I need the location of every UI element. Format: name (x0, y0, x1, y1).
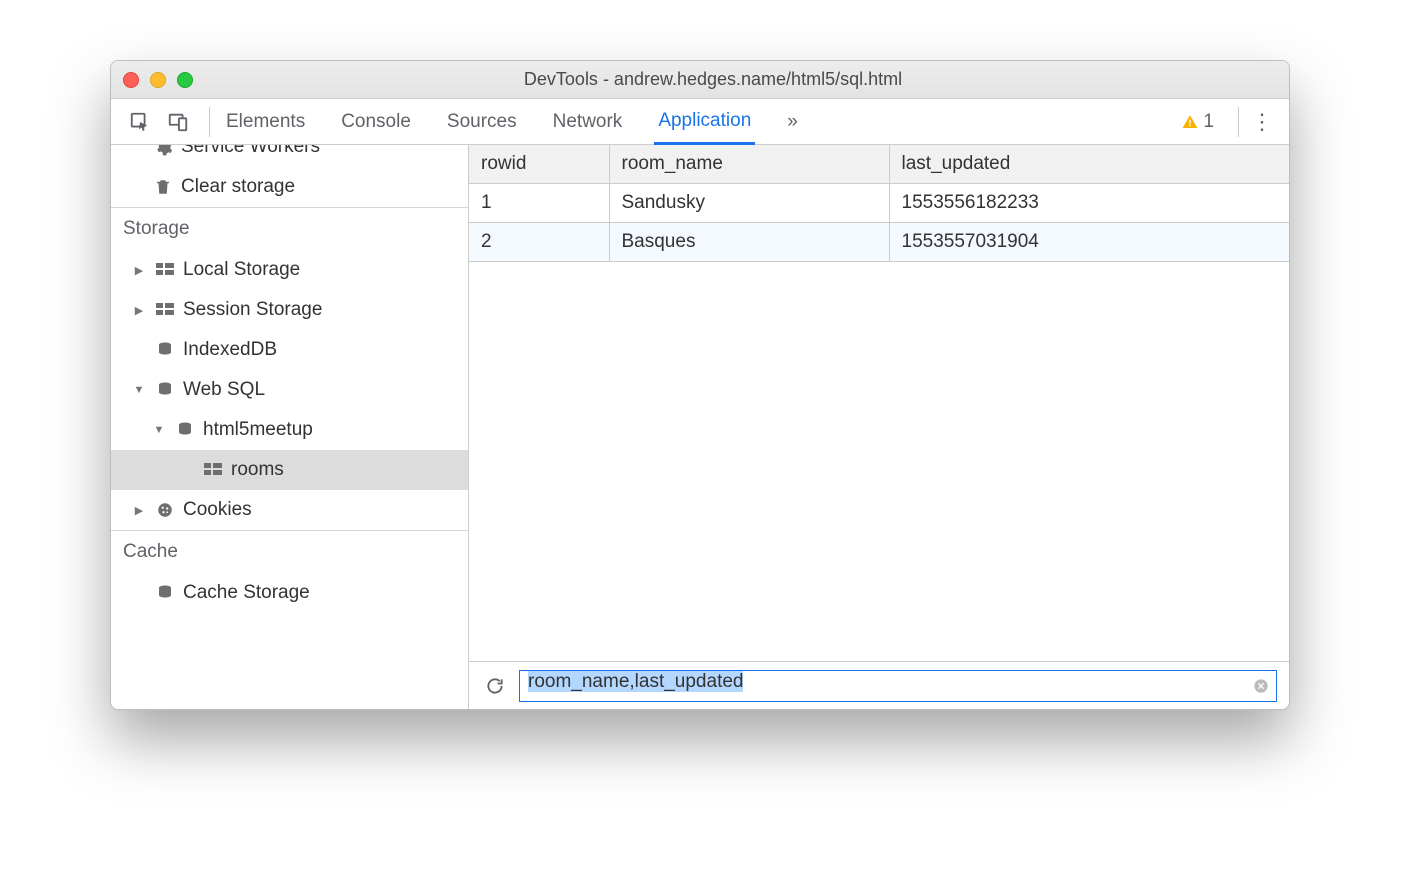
tab-network[interactable]: Network (549, 99, 627, 144)
gear-icon (151, 145, 175, 157)
device-toolbar-icon[interactable] (167, 111, 189, 133)
sidebar-section-top: Service Workers Clear storage (111, 145, 468, 208)
sidebar-item-cache-storage[interactable]: Cache Storage (111, 573, 468, 613)
devtools-toolbar: Elements Console Sources Network Applica… (111, 99, 1289, 145)
tab-console[interactable]: Console (337, 99, 415, 144)
query-bar: room_name,last_updated (469, 661, 1289, 709)
table-header-last-updated[interactable]: last_updated (889, 145, 1289, 184)
table-header-rowid[interactable]: rowid (469, 145, 609, 184)
cell-rowid: 1 (469, 184, 609, 223)
warning-count-label: 1 (1203, 111, 1214, 133)
expand-icon[interactable]: ▶ (131, 264, 147, 277)
query-input-wrapper: room_name,last_updated (519, 670, 1277, 702)
tab-elements[interactable]: Elements (222, 99, 309, 144)
query-input[interactable]: room_name,last_updated (519, 670, 1277, 702)
data-table: rowid room_name last_updated 1 Sandusky … (469, 145, 1289, 262)
tabs-overflow-button[interactable]: » (783, 99, 802, 144)
cookie-icon (153, 501, 177, 519)
sidebar-item-clear-storage[interactable]: Clear storage (111, 167, 468, 207)
database-icon (153, 381, 177, 399)
devtools-tabs: Elements Console Sources Network Applica… (222, 99, 802, 144)
sidebar-item-indexeddb[interactable]: IndexedDB (111, 330, 468, 370)
warnings-indicator[interactable]: 1 (1181, 111, 1214, 133)
sidebar-item-label: Service Workers (181, 145, 320, 158)
expand-icon[interactable]: ▶ (131, 304, 147, 317)
warning-icon (1181, 113, 1199, 131)
sidebar-item-label: Cache Storage (183, 582, 310, 604)
devtools-window: DevTools - andrew.hedges.name/html5/sql.… (110, 60, 1290, 710)
cell-last-updated: 1553557031904 (889, 223, 1289, 262)
sidebar-section-header: Cache (111, 531, 468, 573)
sidebar-item-rooms-table[interactable]: rooms (111, 450, 468, 490)
collapse-icon[interactable]: ▼ (131, 384, 147, 396)
database-icon (173, 421, 197, 439)
sidebar-section-storage: Storage ▶ Local Storage ▶ Session Storag… (111, 208, 468, 531)
cell-room-name: Basques (609, 223, 889, 262)
toolbar-divider-2 (1238, 107, 1239, 137)
trash-icon (151, 177, 175, 197)
refresh-button[interactable] (481, 672, 509, 700)
maximize-window-button[interactable] (177, 72, 193, 88)
cell-rowid: 2 (469, 223, 609, 262)
sidebar-item-web-sql[interactable]: ▼ Web SQL (111, 370, 468, 410)
window-title: DevTools - andrew.hedges.name/html5/sql.… (209, 69, 1277, 90)
cell-last-updated: 1553556182233 (889, 184, 1289, 223)
inspect-element-icon[interactable] (129, 111, 151, 133)
sidebar-item-cookies[interactable]: ▶ Cookies (111, 490, 468, 530)
minimize-window-button[interactable] (150, 72, 166, 88)
sidebar-item-label: IndexedDB (183, 339, 277, 361)
table-row[interactable]: 1 Sandusky 1553556182233 (469, 184, 1289, 223)
expand-icon[interactable]: ▶ (131, 504, 147, 517)
grid-icon (153, 303, 177, 317)
sidebar-item-session-storage[interactable]: ▶ Session Storage (111, 290, 468, 330)
titlebar: DevTools - andrew.hedges.name/html5/sql.… (111, 61, 1289, 99)
sidebar-item-label: rooms (231, 459, 284, 481)
sidebar-section-header: Storage (111, 208, 468, 250)
traffic-lights (123, 72, 193, 88)
cell-room-name: Sandusky (609, 184, 889, 223)
sidebar-item-label: Web SQL (183, 379, 265, 401)
devtools-body: Service Workers Clear storage Storage ▶ … (111, 145, 1289, 709)
table-header-room-name[interactable]: room_name (609, 145, 889, 184)
sidebar-item-local-storage[interactable]: ▶ Local Storage (111, 250, 468, 290)
grid-icon (201, 463, 225, 477)
sidebar-item-label: html5meetup (203, 419, 313, 441)
sidebar-item-html5meetup-db[interactable]: ▼ html5meetup (111, 410, 468, 450)
sidebar-item-service-workers[interactable]: Service Workers (111, 145, 468, 167)
database-icon (153, 584, 177, 602)
close-window-button[interactable] (123, 72, 139, 88)
table-scroll-region[interactable]: rowid room_name last_updated 1 Sandusky … (469, 145, 1289, 661)
main-panel: rowid room_name last_updated 1 Sandusky … (469, 145, 1289, 709)
database-icon (153, 341, 177, 359)
query-input-selection: room_name,last_updated (528, 671, 743, 692)
clear-input-button[interactable] (1253, 678, 1269, 694)
application-sidebar: Service Workers Clear storage Storage ▶ … (111, 145, 469, 709)
sidebar-item-label: Cookies (183, 499, 252, 521)
table-row[interactable]: 2 Basques 1553557031904 (469, 223, 1289, 262)
tab-application[interactable]: Application (654, 100, 755, 145)
grid-icon (153, 263, 177, 277)
more-options-button[interactable]: ⋮ (1251, 109, 1279, 135)
sidebar-item-label: Local Storage (183, 259, 300, 281)
sidebar-section-cache: Cache Cache Storage (111, 531, 468, 613)
sidebar-item-label: Clear storage (181, 176, 295, 198)
sidebar-item-label: Session Storage (183, 299, 322, 321)
toolbar-divider (209, 107, 210, 137)
tab-sources[interactable]: Sources (443, 99, 521, 144)
table-header-row: rowid room_name last_updated (469, 145, 1289, 184)
collapse-icon[interactable]: ▼ (151, 424, 167, 436)
